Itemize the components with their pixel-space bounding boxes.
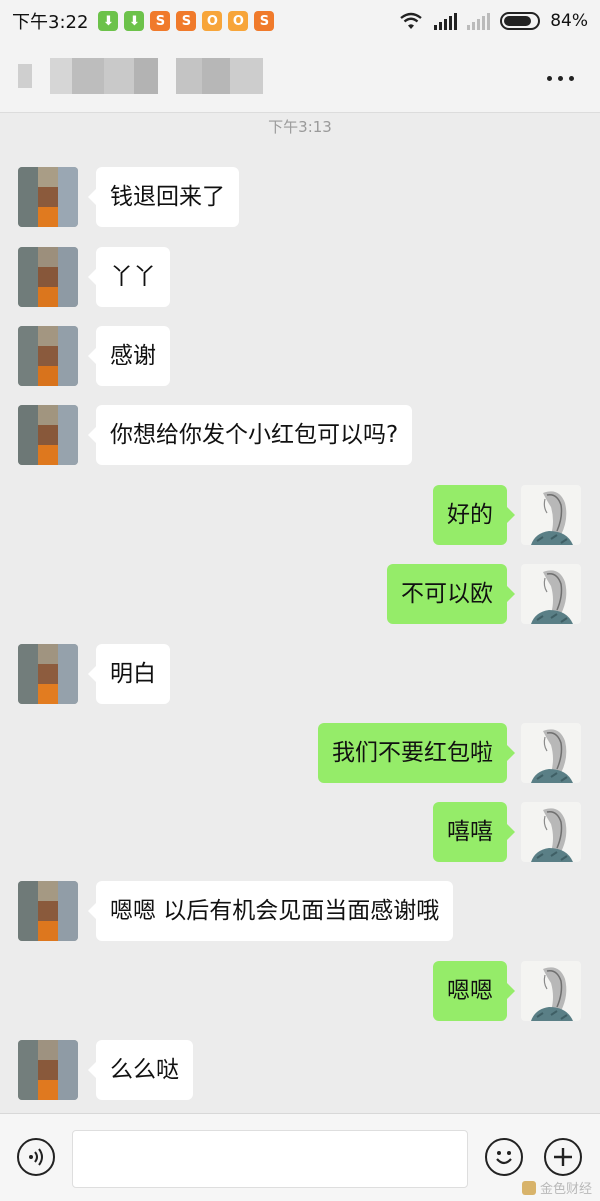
watermark-text: 金色财经 (539, 1182, 592, 1197)
battery-icon (500, 12, 541, 30)
voice-icon (29, 1148, 43, 1166)
outgoing-message[interactable]: 嗯嗯 (433, 961, 515, 1021)
contact-avatar[interactable] (18, 1040, 78, 1100)
signal-icon (434, 12, 458, 30)
contact-avatar[interactable] (18, 405, 78, 465)
incoming-message[interactable]: 钱退回来了 (88, 167, 239, 227)
status-bar: 下午3:22 ⬇ ⬇ S S O O S 84% (0, 0, 600, 42)
weibo-icon: S (176, 11, 197, 31)
my-avatar[interactable] (521, 961, 581, 1021)
outgoing-message[interactable]: 好的 (433, 485, 515, 545)
more-options-button[interactable] (542, 68, 578, 88)
voice-button[interactable] (17, 1138, 55, 1176)
contact-avatar[interactable] (18, 247, 78, 307)
dot-icon (557, 75, 563, 81)
my-avatar[interactable] (521, 802, 581, 862)
emoji-button[interactable] (485, 1138, 523, 1176)
girl-sketch-icon (531, 570, 573, 624)
weibo-icon: S (254, 11, 275, 31)
signal-icon (467, 12, 491, 30)
incoming-message[interactable]: 丫丫 (88, 247, 170, 307)
taobao-icon: O (228, 11, 249, 31)
taobao-icon: O (202, 11, 223, 31)
girl-sketch-icon (531, 491, 573, 545)
chat-header (0, 42, 600, 113)
girl-sketch-icon (531, 967, 573, 1021)
chat-timestamp: 下午3:13 (268, 118, 332, 136)
battery-percent: 84% (550, 11, 588, 31)
status-time: 下午3:22 (12, 12, 89, 33)
outgoing-message[interactable]: 嘻嘻 (433, 802, 515, 862)
watermark-logo-icon (521, 1180, 536, 1195)
emoji-icon (496, 1151, 512, 1165)
chat-input-bar: 金色财经 (0, 1113, 600, 1201)
incoming-message[interactable]: 感谢 (88, 326, 170, 386)
wifi-icon (400, 12, 422, 29)
contact-avatar[interactable] (18, 167, 78, 227)
message-input[interactable] (72, 1130, 468, 1188)
watermark: 金色财经 (521, 1178, 592, 1197)
girl-sketch-icon (531, 729, 573, 783)
plus-button[interactable] (544, 1138, 582, 1176)
contact-avatar[interactable] (18, 644, 78, 704)
outgoing-message[interactable]: 我们不要红包啦 (318, 723, 515, 783)
my-avatar[interactable] (521, 564, 581, 624)
contact-avatar[interactable] (18, 881, 78, 941)
my-avatar[interactable] (521, 723, 581, 783)
pixelated-contact-name (18, 58, 263, 94)
contact-avatar[interactable] (18, 326, 78, 386)
dot-icon (546, 75, 552, 81)
my-avatar[interactable] (521, 485, 581, 545)
incoming-message[interactable]: 么么哒 (88, 1040, 193, 1100)
download-icon: ⬇ (98, 11, 119, 31)
incoming-message[interactable]: 你想给你发个小红包可以吗? (87, 405, 413, 465)
incoming-message[interactable]: 明白 (88, 644, 170, 704)
download-icon: ⬇ (124, 11, 145, 31)
plus-icon (554, 1148, 572, 1166)
dot-icon (568, 75, 574, 81)
notification-icons: ⬇ ⬇ S S O O S (98, 11, 275, 31)
girl-sketch-icon (531, 808, 573, 862)
incoming-message[interactable]: 嗯嗯 以后有机会见面当面感谢哦 (87, 881, 454, 941)
outgoing-message[interactable]: 不可以欧 (387, 564, 515, 624)
weibo-icon: S (150, 11, 171, 31)
